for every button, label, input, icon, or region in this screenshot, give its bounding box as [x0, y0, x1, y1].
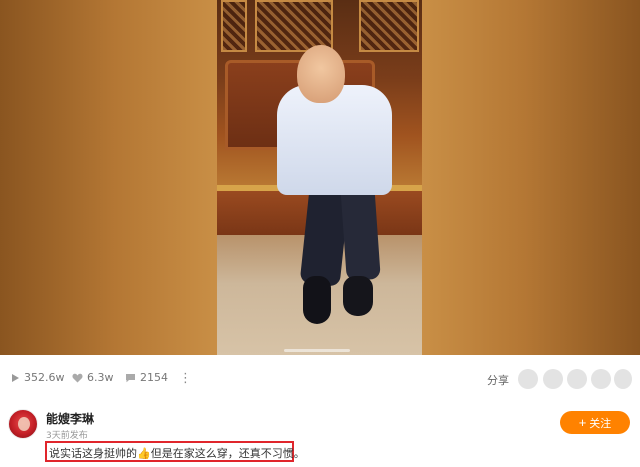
share-target-icon[interactable]: [591, 369, 611, 389]
video-progress-handle[interactable]: [284, 349, 350, 352]
like-count: 6.3w: [87, 371, 114, 384]
play-count: 352.6w: [10, 371, 65, 384]
lattice-panel: [359, 0, 419, 52]
avatar[interactable]: [8, 409, 38, 439]
post-time: 3天前发布: [46, 431, 88, 441]
person-head: [297, 45, 345, 103]
video-frame[interactable]: [217, 0, 422, 355]
plus-icon: +: [578, 414, 587, 430]
share-label: 分享: [487, 374, 509, 387]
comment-count: 2154: [140, 371, 168, 384]
heart-icon: [72, 373, 83, 382]
like-button[interactable]: 6.3w: [72, 371, 114, 384]
play-count-value: 352.6w: [24, 371, 65, 384]
comment-icon: [126, 373, 135, 382]
follow-button[interactable]: + 关注: [560, 411, 630, 434]
person-shoe: [303, 276, 331, 324]
share-target-icon[interactable]: [543, 369, 563, 389]
post-text: 说实话这身挺帅的👍但是在家这么穿，还真不习惯。: [49, 447, 305, 460]
share-target-icon[interactable]: [518, 369, 538, 389]
play-icon: [12, 373, 19, 382]
follow-label: 关注: [589, 417, 612, 430]
person-shoe: [343, 276, 373, 316]
video-player[interactable]: [0, 0, 640, 355]
action-bar: 352.6w 6.3w 2154 ⋮ 分享: [0, 364, 640, 394]
more-vertical-icon[interactable]: ⋮: [179, 372, 192, 386]
comment-button[interactable]: 2154: [125, 371, 168, 384]
lattice-panel: [221, 0, 247, 52]
share-target-icon[interactable]: [567, 369, 587, 389]
person-shirt: [277, 85, 392, 195]
share-target-icon[interactable]: [614, 369, 632, 389]
author-name[interactable]: 能嫂李琳: [46, 410, 94, 427]
